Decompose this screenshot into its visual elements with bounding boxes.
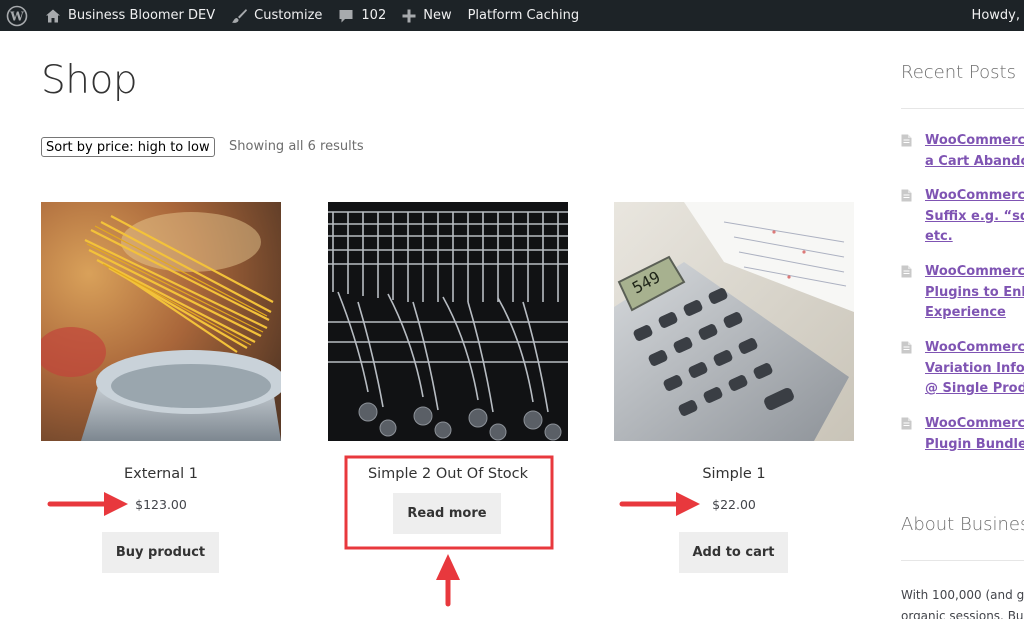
comment-bubble-icon [339,9,353,22]
new-content-menu[interactable]: New [394,0,459,31]
recent-post-link[interactable]: @ Single Produc [925,379,1024,400]
svg-text:W: W [9,9,24,23]
sort-select-value: Sort by price: high to low [46,139,210,155]
product-image-link[interactable] [41,202,281,441]
customize-menu[interactable]: Customize [223,0,330,31]
document-icon [901,134,912,147]
recent-post-link[interactable]: Plugin Bundles [925,435,1024,456]
sort-select[interactable]: Sort by price: high to low [41,137,215,157]
read-more-button[interactable]: Read more [393,493,501,534]
admin-bar: W Business Bloomer DEV Customize 102 New… [0,0,1024,31]
recent-post-link[interactable]: Variation Info (p [925,359,1024,380]
paintbrush-icon [232,8,248,23]
recent-post-link[interactable]: Suffix e.g. “sq. in [925,207,1024,228]
about-title: About Business [901,514,1024,535]
widget-divider [901,560,1024,561]
product-card: 549 Simple 1 $22.00 [614,202,854,512]
about-text: With 100,000 (and gr organic sessions. B… [901,585,1024,619]
product-title[interactable]: External 1 [41,466,281,482]
recent-post-link[interactable]: WooCommerce P [925,262,1024,283]
results-count: Showing all 6 results [229,139,364,154]
sidebar: Recent Posts WooCommerce: a Cart Abandon… [901,0,1024,619]
calculator-photo: 549 [614,202,854,441]
buy-product-button[interactable]: Buy product [102,532,219,573]
product-image-link[interactable]: 549 [614,202,854,441]
shopping-carts-photo [328,202,568,441]
page-title: Shop [41,58,138,103]
recent-post-link[interactable]: a Cart Abandonm [925,152,1024,173]
product-title[interactable]: Simple 1 [614,466,854,482]
site-name-menu[interactable]: Business Bloomer DEV [37,0,223,31]
platform-caching-menu[interactable]: Platform Caching [460,0,588,31]
product-title[interactable]: Simple 2 Out Of Stock [328,466,568,482]
document-icon [901,341,912,354]
recent-post-link[interactable]: WooCommerce: [925,186,1024,207]
recent-post-link[interactable]: WooCommerce: [925,131,1024,152]
product-image-link[interactable] [328,202,568,441]
home-icon [46,9,60,22]
spaghetti-pot-photo [41,202,281,441]
recent-posts-title: Recent Posts [901,62,1016,83]
comments-count: 102 [361,8,387,23]
up-arrow [436,554,460,607]
product-card: External 1 $123.00 [41,202,281,512]
add-to-cart-button[interactable]: Add to cart [679,532,788,573]
widget-divider [901,108,1024,109]
new-label: New [423,8,452,23]
about-text-line: With 100,000 (and gr [901,588,1024,602]
comments-menu[interactable]: 102 [330,0,394,31]
recent-post-link[interactable]: etc. [925,227,1024,248]
document-icon [901,189,912,202]
document-icon [901,265,912,278]
recent-post-link[interactable]: WooCommerce: [925,414,1024,435]
recent-post-link[interactable]: WooCommerce: [925,338,1024,359]
platform-caching-label: Platform Caching [467,8,580,23]
recent-post-link[interactable]: Plugins to Enhan [925,283,1024,304]
product-price: $123.00 [135,497,187,512]
about-text-line: organic sessions. Bu [901,609,1024,619]
recent-post-link[interactable]: Experience [925,303,1024,324]
customize-label: Customize [254,8,323,23]
product-price: $22.00 [712,497,756,512]
site-name-label: Business Bloomer DEV [68,8,216,23]
product-card: Simple 2 Out Of Stock [328,202,568,482]
document-icon [901,417,912,430]
plus-icon [402,9,416,22]
wordpress-menu[interactable]: W [0,0,37,31]
wordpress-logo-icon: W [6,5,28,26]
